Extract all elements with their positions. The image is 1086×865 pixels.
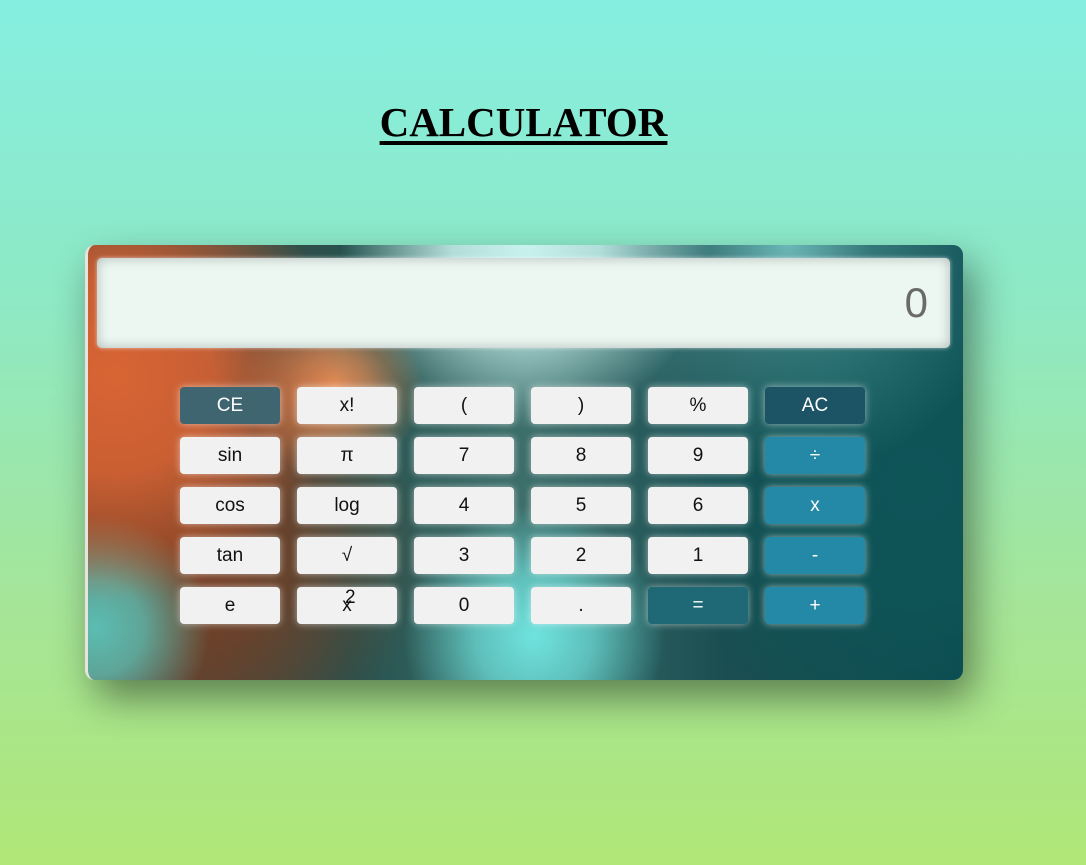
subtract-button[interactable]: - — [765, 537, 865, 574]
add-button[interactable]: + — [765, 587, 865, 624]
page-title: CALCULATOR — [379, 99, 668, 145]
factorial-button[interactable]: x! — [297, 387, 397, 424]
digit-4-button[interactable]: 4 — [414, 487, 514, 524]
cos-button[interactable]: cos — [180, 487, 280, 524]
sqrt-button[interactable]: √ — [297, 537, 397, 574]
calculator-display: 0 — [97, 258, 950, 348]
tan-button[interactable]: tan — [180, 537, 280, 574]
euler-button[interactable]: e — [180, 587, 280, 624]
open-paren-button[interactable]: ( — [414, 387, 514, 424]
clear-entry-button[interactable]: CE — [180, 387, 280, 424]
keypad: CE x! ( ) % AC sin π 7 8 9 ÷ cos log 4 5… — [180, 387, 865, 624]
log-button[interactable]: log — [297, 487, 397, 524]
digit-7-button[interactable]: 7 — [414, 437, 514, 474]
digit-9-button[interactable]: 9 — [648, 437, 748, 474]
digit-2-button[interactable]: 2 — [531, 537, 631, 574]
divide-button[interactable]: ÷ — [765, 437, 865, 474]
square-button[interactable]: x 2 — [297, 587, 397, 624]
multiply-button[interactable]: x — [765, 487, 865, 524]
calculator: 0 CE x! ( ) % AC sin π 7 8 9 ÷ cos log 4… — [85, 245, 963, 680]
decimal-point-button[interactable]: . — [531, 587, 631, 624]
digit-0-button[interactable]: 0 — [414, 587, 514, 624]
close-paren-button[interactable]: ) — [531, 387, 631, 424]
digit-8-button[interactable]: 8 — [531, 437, 631, 474]
digit-1-button[interactable]: 1 — [648, 537, 748, 574]
percent-button[interactable]: % — [648, 387, 748, 424]
sin-button[interactable]: sin — [180, 437, 280, 474]
pi-button[interactable]: π — [297, 437, 397, 474]
digit-6-button[interactable]: 6 — [648, 487, 748, 524]
digit-3-button[interactable]: 3 — [414, 537, 514, 574]
digit-5-button[interactable]: 5 — [531, 487, 631, 524]
equals-button[interactable]: = — [648, 587, 748, 624]
all-clear-button[interactable]: AC — [765, 387, 865, 424]
square-exponent-label: 2 — [345, 587, 356, 608]
